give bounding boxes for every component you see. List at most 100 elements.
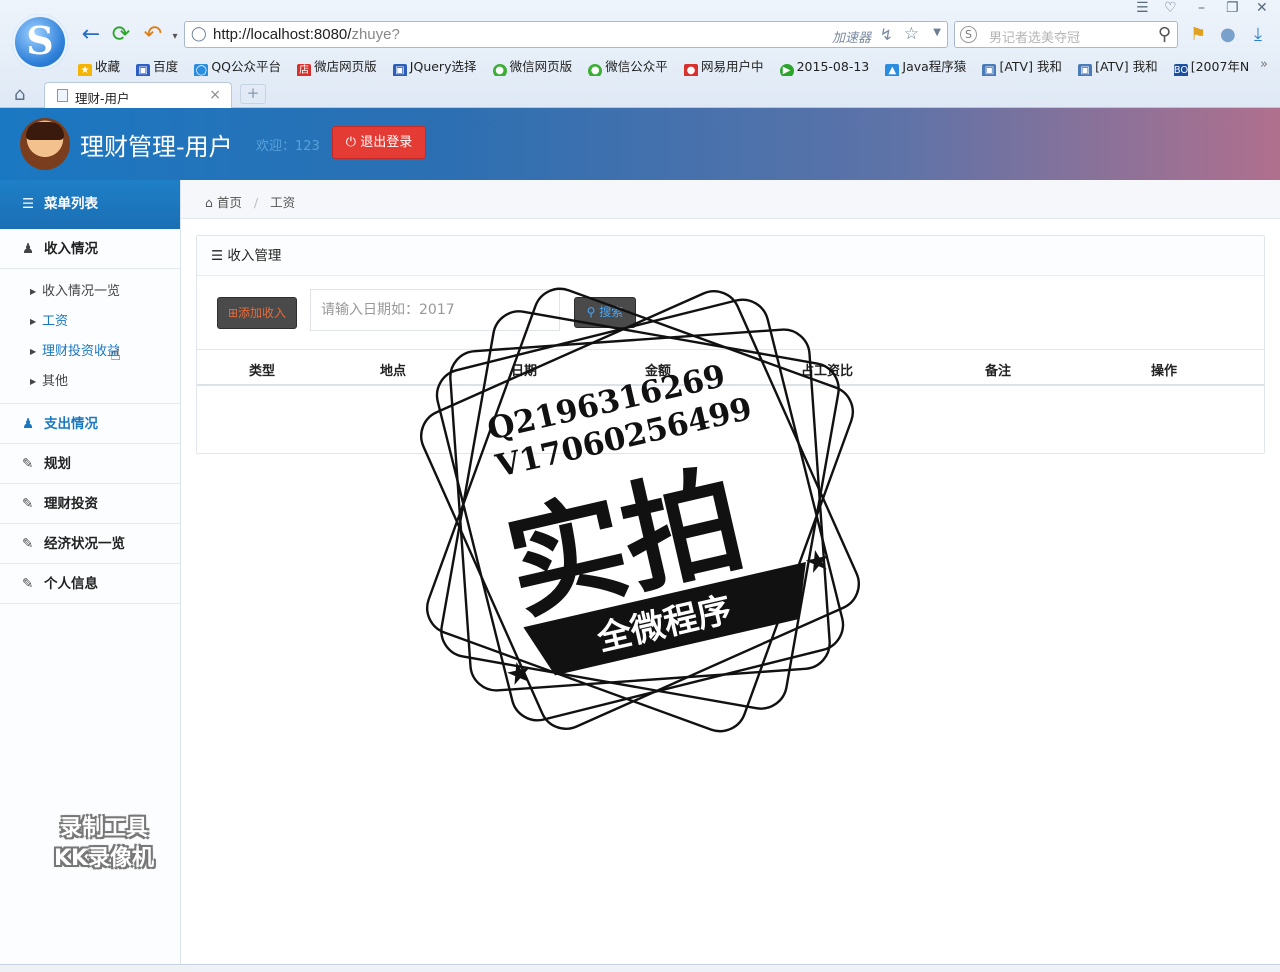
income-submenu: ▶ 收入情况一览 ▶ 工资 ▶ 理财投资收益 ▶ 其他 bbox=[0, 269, 180, 404]
account-icon[interactable]: ● bbox=[1220, 24, 1236, 45]
bookmark-item[interactable]: ◯ QQ公众平台 bbox=[194, 56, 281, 76]
logout-button[interactable]: ⏻ 退出登录 bbox=[332, 126, 426, 159]
download-icon[interactable]: ⤓ bbox=[1254, 24, 1262, 45]
bookmark-item[interactable]: ▣ 百度 bbox=[136, 56, 178, 76]
submenu-item-other[interactable]: ▶ 其他 bbox=[0, 367, 180, 397]
edit-icon: ✎ bbox=[22, 576, 34, 592]
browser-search-placeholder: 男记者选美夺冠 bbox=[989, 31, 1081, 46]
power-icon: ⏻ bbox=[345, 135, 357, 150]
edit-icon: ✎ bbox=[22, 536, 34, 552]
submenu-item-investment-income[interactable]: ▶ 理财投资收益 bbox=[0, 337, 180, 367]
app-header: 理财管理-用户 欢迎：123 ⏻ 退出登录 bbox=[0, 108, 1280, 180]
bookmark-item[interactable]: 店微店网页版 bbox=[297, 56, 377, 76]
search-icon[interactable]: ⚲ bbox=[1158, 24, 1171, 45]
bookmark-item[interactable]: ● 网易用户中 bbox=[683, 56, 763, 76]
browser-search-box[interactable]: S 男记者选美夺冠 ⚲ bbox=[954, 21, 1178, 48]
recorder-line1: 录制工具 bbox=[59, 816, 148, 841]
shield-icon: ◯ bbox=[191, 26, 207, 42]
app-title: 理财管理-用户 bbox=[80, 133, 233, 161]
bookmark-item[interactable]: ▲ Java程序猿 bbox=[885, 56, 966, 76]
home-icon[interactable]: ⌂ bbox=[205, 195, 213, 210]
caret-right-icon: ▶ bbox=[30, 347, 37, 356]
address-url: http://localhost:8080/ bbox=[213, 26, 352, 43]
breadcrumb: ⌂ 首页 / 工资 bbox=[181, 180, 1280, 219]
sidebar-heading-label: 菜单列表 bbox=[44, 196, 98, 212]
close-window-icon[interactable]: ✕ bbox=[1256, 0, 1268, 16]
panel-title: 收入管理 bbox=[227, 248, 282, 264]
caret-right-icon: ▶ bbox=[30, 377, 37, 386]
user-icon: ♟ bbox=[22, 416, 35, 432]
user-icon: ♟ bbox=[22, 241, 35, 257]
bookmark-item[interactable]: ● 微信网页版 bbox=[492, 56, 572, 76]
restore-icon[interactable]: ❐ bbox=[1226, 0, 1239, 16]
column-header-location[interactable]: 地点 bbox=[380, 360, 406, 379]
add-income-button[interactable]: ⊞添加收入 bbox=[217, 297, 297, 329]
panel-heading: ☰ 收入管理 bbox=[197, 236, 1264, 276]
column-header-notes[interactable]: 备注 bbox=[985, 360, 1011, 379]
submenu-item-overview[interactable]: ▶ 收入情况一览 bbox=[0, 277, 180, 307]
sidebar-item-economy[interactable]: ✎ 经济状况一览 bbox=[0, 524, 180, 564]
minimize-icon[interactable]: – bbox=[1198, 0, 1205, 16]
star-icon[interactable]: ☆ bbox=[904, 24, 919, 44]
avatar bbox=[20, 118, 70, 170]
sidebar-item-label: 规划 bbox=[44, 456, 71, 472]
address-dropdown-icon[interactable]: ▼ bbox=[933, 27, 941, 38]
sidebar-item-income[interactable]: ♟ 收入情况 bbox=[0, 229, 180, 269]
refresh-icon[interactable]: ⟳ bbox=[108, 22, 134, 48]
status-bar bbox=[0, 964, 1280, 972]
new-tab-button[interactable]: + bbox=[240, 84, 266, 104]
sidebar-item-label: 收入情况 bbox=[44, 241, 98, 257]
edit-icon: ✎ bbox=[22, 496, 34, 512]
welcome-text: 欢迎：123 bbox=[256, 139, 320, 154]
breadcrumb-current: 工资 bbox=[270, 195, 296, 210]
page-icon bbox=[57, 89, 68, 102]
bookmark-item[interactable]: ▶ 2015-08-13 bbox=[779, 59, 869, 76]
caret-right-icon: ▶ bbox=[30, 287, 37, 296]
sidebar-item-label: 个人信息 bbox=[44, 576, 98, 592]
bookmark-item[interactable]: ★ 收藏 bbox=[78, 56, 120, 76]
sidebar-item-expense[interactable]: ♟ 支出情况 bbox=[0, 404, 180, 444]
sidebar-item-label: 理财投资 bbox=[44, 496, 98, 512]
browser-tab[interactable]: 理财-用户 × bbox=[44, 82, 232, 108]
bookmark-item[interactable]: ▣ [ATV] 我和 bbox=[1078, 56, 1158, 76]
lightning-icon[interactable]: ↯ bbox=[880, 25, 893, 44]
sidebar-item-invest[interactable]: ✎ 理财投资 bbox=[0, 484, 180, 524]
bookmarks-bar: ★ 收藏 ▣ 百度 ◯ QQ公众平台 店微店网页版 ▣ JQuery选择 ● 微信网页版 … bbox=[78, 56, 1258, 76]
submenu-item-salary[interactable]: ▶ 工资 bbox=[0, 307, 180, 337]
back-arrow-icon[interactable]: ← bbox=[78, 22, 104, 48]
column-header-actions[interactable]: 操作 bbox=[1151, 360, 1177, 379]
tab-title: 理财-用户 bbox=[75, 91, 130, 106]
recorder-line2: KK录像机 bbox=[53, 846, 155, 871]
bookmark-item[interactable]: BO [2007年N bbox=[1173, 56, 1249, 76]
extension-icon[interactable]: ⚑ bbox=[1190, 24, 1206, 45]
sidebar-heading: ☰ 菜单列表 bbox=[0, 180, 180, 229]
edit-icon: ✎ bbox=[22, 456, 34, 472]
skin-icon[interactable]: ♡ bbox=[1164, 0, 1177, 16]
list-icon: ☰ bbox=[211, 248, 224, 264]
sidebar-item-profile[interactable]: ✎ 个人信息 bbox=[0, 564, 180, 604]
bookmark-item[interactable]: ▣ JQuery选择 bbox=[392, 56, 476, 76]
recorder-watermark: 录制工具 KK录像机 bbox=[34, 814, 174, 874]
more-bookmarks-icon[interactable]: » bbox=[1260, 57, 1268, 72]
search-engine-icon[interactable]: S bbox=[960, 26, 977, 43]
address-path: zhuye? bbox=[351, 26, 400, 43]
hand-cursor-icon: ☝ bbox=[110, 344, 121, 365]
home-icon[interactable]: ⌂ bbox=[14, 84, 25, 105]
close-tab-icon[interactable]: × bbox=[209, 87, 221, 103]
breadcrumb-separator: / bbox=[253, 195, 259, 210]
menu-icon[interactable]: ☰ bbox=[1136, 0, 1149, 16]
sidebar-item-plan[interactable]: ✎ 规划 bbox=[0, 444, 180, 484]
browser-logo-icon[interactable]: S bbox=[12, 14, 68, 70]
list-icon: ☰ bbox=[22, 196, 35, 212]
address-bar[interactable]: ◯ http://localhost:8080/zhuye? 加速器 ↯ ☆ ▼ bbox=[184, 21, 948, 48]
bookmark-item[interactable]: ● 微信公众平 bbox=[588, 56, 668, 76]
add-income-label: 添加收入 bbox=[238, 306, 287, 320]
column-header-type[interactable]: 类型 bbox=[249, 360, 275, 379]
accelerator-label[interactable]: 加速器 bbox=[832, 27, 871, 46]
sidebar-item-label: 支出情况 bbox=[44, 416, 98, 432]
bookmark-item[interactable]: ▣ [ATV] 我和 bbox=[982, 56, 1062, 76]
sidebar-item-label: 经济状况一览 bbox=[44, 536, 125, 552]
watermark-stamp: Q2196316269 V17060256499 实拍 全微程序 ★ ★ bbox=[420, 287, 860, 733]
breadcrumb-home[interactable]: 首页 bbox=[217, 195, 242, 210]
add-icon: ⊞ bbox=[227, 306, 239, 320]
